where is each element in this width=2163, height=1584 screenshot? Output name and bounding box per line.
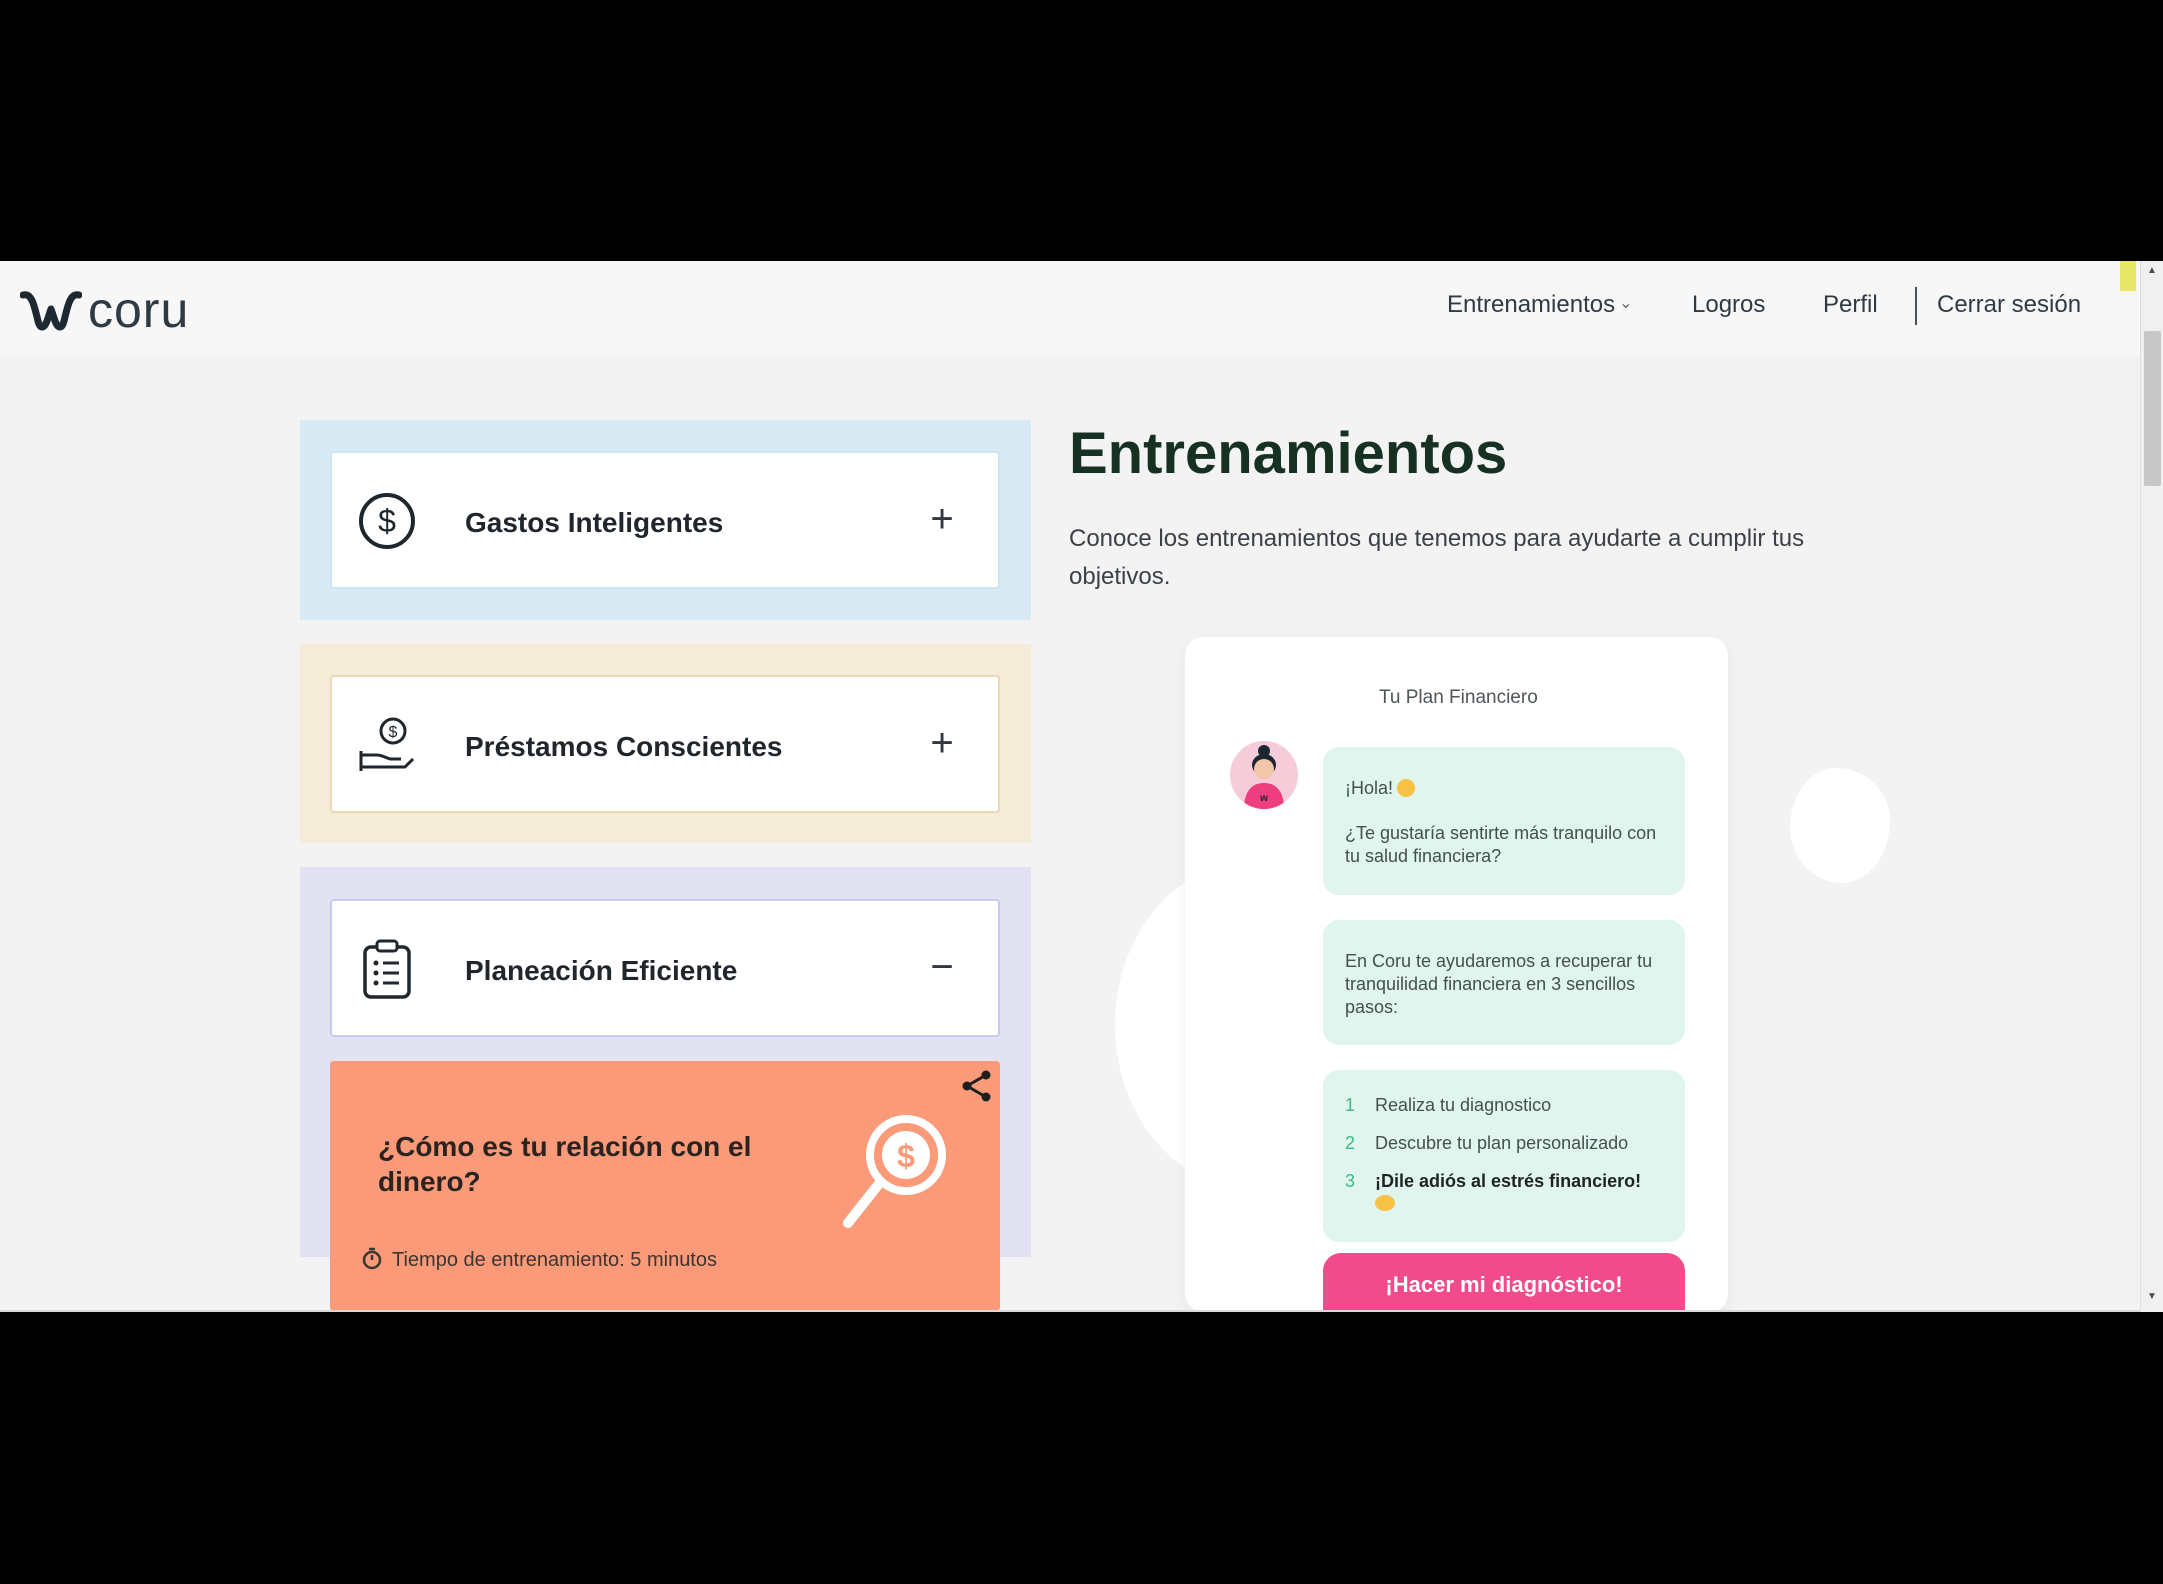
category-title: Planeación Eficiente — [465, 955, 738, 986]
step-number: 1 — [1345, 1095, 1356, 1115]
avatar: w — [1230, 741, 1298, 809]
page-title: Entrenamientos — [1069, 421, 1508, 486]
coru-logo-mark-icon — [19, 291, 83, 331]
chat-bubble-greeting: ¡Hola! ¿Te gustaría sentirte más tranqui… — [1323, 747, 1685, 895]
dollar-coin-icon: $ — [359, 493, 415, 549]
step-item: 3 ¡Dile adiós al estrés financiero! — [1345, 1170, 1663, 1211]
coru-logo[interactable]: coru — [19, 282, 195, 338]
expand-icon[interactable]: + — [922, 715, 962, 771]
category-card-gastos[interactable]: $ Gastos Inteligentes + — [330, 451, 1000, 589]
chat-bubble-steps: 1 Realiza tu diagnostico 2 Descubre tu p… — [1323, 1070, 1685, 1242]
scroll-up-icon[interactable]: ▲ — [2147, 265, 2157, 276]
category-card-prestamos[interactable]: $ Préstamos Conscientes + — [330, 675, 1000, 813]
viewport-bottom-edge — [0, 1310, 2140, 1312]
diagnostic-button[interactable]: ¡Hacer mi diagnóstico! — [1323, 1253, 1685, 1312]
nav-trainings[interactable]: Entrenamientos ⌄ — [1447, 291, 1633, 319]
training-duration-label: Tiempo de entrenamiento: 5 minutos — [392, 1249, 717, 1271]
logout-link[interactable]: Cerrar sesión — [1937, 291, 2081, 319]
financial-plan-card: Tu Plan Financiero w ¡Hola! ¿Te gustaría… — [1185, 637, 1728, 1312]
clipboard-list-icon — [363, 939, 411, 999]
assistant-avatar-icon: w — [1230, 741, 1298, 809]
stopwatch-icon — [362, 1247, 382, 1270]
svg-text:$: $ — [378, 503, 396, 539]
top-navbar: coru Entrenamientos ⌄ Logros Perfil Cerra… — [0, 261, 2140, 355]
step-text: Realiza tu diagnostico — [1375, 1095, 1552, 1115]
step-item: 2 Descubre tu plan personalizado — [1345, 1132, 1663, 1155]
step-text: Descubre tu plan personalizado — [1375, 1133, 1629, 1153]
hand-coin-icon: $ — [359, 717, 415, 771]
nav-trainings-label: Entrenamientos — [1447, 291, 1616, 318]
greeting-text: ¡Hola! — [1345, 778, 1394, 798]
svg-text:w: w — [1259, 793, 1268, 804]
highlight-marker — [2120, 261, 2136, 291]
nav-perfil[interactable]: Perfil — [1823, 291, 1878, 319]
svg-text:$: $ — [389, 724, 398, 741]
category-title: Préstamos Conscientes — [465, 731, 783, 762]
page-intro: Conoce los entrenamientos que tenemos pa… — [1069, 525, 1805, 590]
waving-hand-icon — [1397, 779, 1416, 797]
training-title: ¿Cómo es tu relación con el dinero? — [378, 1131, 752, 1197]
magnifier-dollar-icon: $ — [843, 1115, 946, 1228]
screen-letterbox-bottom — [0, 1312, 2163, 1584]
training-card[interactable]: ¿Cómo es tu relación con el dinero? $ Ti… — [330, 1061, 1000, 1311]
nav-logros[interactable]: Logros — [1692, 291, 1765, 319]
chevron-down-icon: ⌄ — [1619, 295, 1633, 312]
scroll-down-icon[interactable]: ▼ — [2147, 1291, 2157, 1302]
chat-bubble-explain: En Coru te ayudaremos a recuperar tu tra… — [1323, 920, 1685, 1045]
step-number: 3 — [1345, 1171, 1356, 1191]
decorative-blob — [1790, 768, 1890, 883]
explain-text: En Coru te ayudaremos a recuperar tu tra… — [1345, 951, 1653, 1017]
brand-name: coru — [88, 282, 190, 338]
share-icon[interactable] — [960, 1069, 994, 1103]
question-text: ¿Te gustaría sentirte más tranquilo con … — [1345, 823, 1657, 866]
scroll-thumb[interactable] — [2144, 331, 2161, 486]
step-number: 2 — [1345, 1133, 1356, 1153]
raised-hands-icon — [1375, 1195, 1395, 1211]
vertical-scrollbar[interactable]: ▲ ▼ — [2140, 261, 2163, 1312]
expand-icon[interactable]: + — [922, 491, 962, 547]
step-text: ¡Dile adiós al estrés financiero! — [1375, 1171, 1642, 1191]
collapse-icon[interactable]: − — [922, 939, 962, 995]
category-card-planeacion[interactable]: Planeación Eficiente − — [330, 899, 1000, 1037]
nav-divider — [1915, 287, 1917, 325]
financial-plan-title: Tu Plan Financiero — [1379, 687, 1538, 708]
training-duration: Tiempo de entrenamiento: 5 minutos — [360, 1246, 717, 1272]
category-title: Gastos Inteligentes — [465, 507, 724, 538]
step-item: 1 Realiza tu diagnostico — [1345, 1094, 1663, 1117]
svg-text:$: $ — [897, 1138, 915, 1174]
